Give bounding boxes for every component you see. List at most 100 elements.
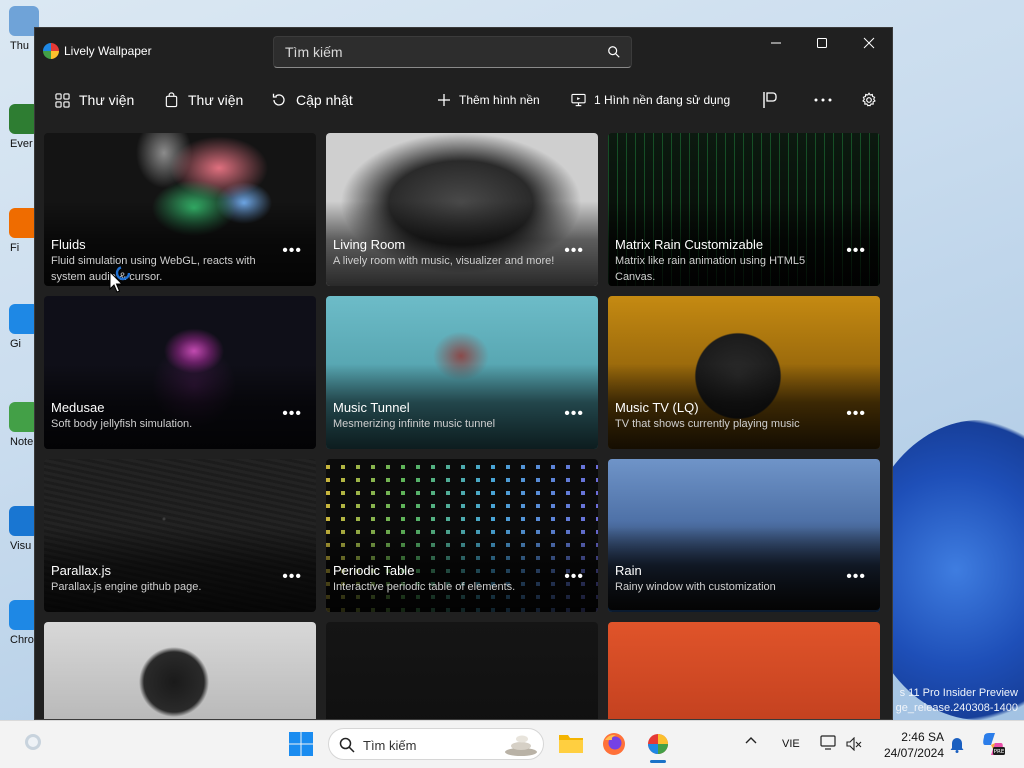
search-box[interactable]: [273, 36, 632, 68]
card-title: Fluids: [51, 237, 86, 252]
maximize-button[interactable]: [799, 28, 845, 58]
windows-logo-icon: [289, 732, 313, 756]
wallpaper-card[interactable]: [326, 622, 598, 719]
maximize-icon: [817, 38, 827, 48]
wallpaper-card[interactable]: Living Room A lively room with music, vis…: [326, 133, 598, 286]
wallpaper-card[interactable]: Music Tunnel Mesmerizing infinite music t…: [326, 296, 598, 449]
refresh-icon: [272, 93, 285, 106]
flag-icon: [763, 92, 777, 108]
notifications-button[interactable]: [949, 735, 975, 761]
network-button[interactable]: [820, 735, 846, 761]
wallpaper-card[interactable]: Rain Rainy window with customization •••: [608, 459, 880, 612]
lively-taskbar-button[interactable]: [645, 731, 671, 763]
card-title: Matrix Rain Customizable: [615, 237, 764, 252]
svg-text:PRE: PRE: [994, 749, 1005, 755]
taskbar-search[interactable]: Tìm kiếm: [328, 728, 544, 760]
card-description: Rainy window with customization: [615, 581, 776, 593]
add-wallpaper-button[interactable]: Thêm hình nền: [437, 87, 540, 113]
more-horizontal-icon: [814, 98, 832, 102]
card-title: Living Room: [333, 237, 406, 252]
nav-bar: Thư viện Thư viện Cập nhật Thêm hình nền: [35, 74, 892, 165]
wallpaper-card[interactable]: Parallax.js Parallax.js engine github pag…: [44, 459, 316, 612]
card-more-options-button[interactable]: •••: [282, 243, 302, 259]
clock[interactable]: 2:46 SA 24/07/2024: [872, 729, 944, 761]
search-icon[interactable]: [607, 45, 621, 59]
widgets-button[interactable]: [22, 731, 48, 757]
card-more-options-button[interactable]: •••: [846, 243, 866, 259]
card-description: Fluid simulation using WebGL, reacts wit…: [51, 255, 256, 283]
plus-icon: [438, 94, 450, 106]
card-more-options-button[interactable]: •••: [282, 569, 302, 585]
card-more-options-button[interactable]: •••: [564, 406, 584, 422]
lively-app-icon: [648, 734, 668, 754]
more-options-button[interactable]: [814, 87, 840, 113]
wallpaper-card[interactable]: [608, 622, 880, 719]
card-description: Matrix like rain animation using HTML5 C…: [615, 255, 806, 283]
card-description: Soft body jellyfish simulation.: [51, 418, 193, 430]
start-button[interactable]: [288, 731, 314, 757]
app-title: Lively Wallpaper: [64, 44, 152, 58]
card-description: TV that shows currently playing music: [615, 418, 800, 430]
minimize-button[interactable]: [753, 28, 799, 58]
clock-time: 2:46 SA: [901, 730, 944, 744]
copilot-button[interactable]: PRE: [980, 731, 1006, 757]
card-title: Periodic Table: [333, 563, 415, 578]
card-overlay: [608, 527, 880, 612]
running-indicator: [650, 760, 666, 763]
wallpaper-card[interactable]: Medusae Soft body jellyfish simulation. ••…: [44, 296, 316, 449]
close-button[interactable]: [846, 28, 892, 58]
card-description: A lively room with music, visualizer and…: [333, 255, 555, 267]
file-explorer-button[interactable]: [558, 731, 584, 757]
input-language-indicator[interactable]: VIE: [782, 738, 800, 750]
chevron-up-icon: [745, 737, 757, 744]
watermark-line-1: s 11 Pro Insider Preview: [899, 687, 1018, 699]
active-wallpapers-label: 1 Hình nền đang sử dụng: [594, 93, 731, 107]
tab-library[interactable]: Thư viện: [55, 87, 134, 113]
card-more-options-button[interactable]: •••: [846, 569, 866, 585]
firefox-button[interactable]: [601, 731, 627, 757]
grid-icon: [55, 92, 70, 108]
card-description: Mesmerizing infinite music tunnel: [333, 418, 496, 430]
gear-icon: [862, 92, 876, 107]
card-title: Rain: [615, 563, 642, 578]
search-icon: [339, 737, 355, 753]
clock-date: 24/07/2024: [883, 746, 944, 760]
tab-library-label: Thư viện: [79, 92, 135, 108]
weather-widget-icon: [25, 734, 41, 750]
taskbar: Tìm kiếm VIE 2:46 SA 24/07/2024 PRE: [0, 720, 1024, 768]
card-more-options-button[interactable]: •••: [282, 406, 302, 422]
stones-highlight-icon: [505, 735, 537, 756]
tab-gallery[interactable]: Thư viện: [164, 87, 243, 113]
search-input[interactable]: [274, 37, 631, 67]
speaker-muted-icon: [846, 736, 862, 752]
lively-logo-icon: [43, 43, 59, 59]
screen-layout-button[interactable]: [762, 87, 786, 113]
wallpaper-card[interactable]: [44, 622, 316, 719]
folder-icon: [559, 735, 583, 753]
taskbar-search-label: Tìm kiếm: [363, 738, 417, 753]
close-icon: [863, 37, 875, 49]
card-more-options-button[interactable]: •••: [846, 406, 866, 422]
title-bar[interactable]: Lively Wallpaper: [35, 28, 892, 74]
network-icon: [820, 735, 836, 750]
card-title: Medusae: [51, 400, 105, 415]
minimize-icon: [771, 42, 781, 44]
card-description: Parallax.js engine github page.: [51, 581, 202, 593]
tab-update[interactable]: Cập nhật: [271, 87, 353, 113]
shopping-bag-icon: [165, 92, 178, 108]
wallpaper-card[interactable]: Fluids Fluid simulation using WebGL, reac…: [44, 133, 316, 286]
card-title: Music Tunnel: [333, 400, 410, 415]
show-hidden-icons-button[interactable]: [744, 734, 770, 760]
card-more-options-button[interactable]: •••: [564, 569, 584, 585]
monitor-icon: [571, 93, 586, 107]
wallpaper-card[interactable]: Music TV (LQ) TV that shows currently pla…: [608, 296, 880, 449]
tab-update-label: Cập nhật: [296, 92, 353, 108]
wallpaper-card[interactable]: Matrix Rain Customizable Matrix like rain…: [608, 133, 880, 286]
lively-wallpaper-window: Lively Wallpaper Thư viện: [34, 27, 893, 720]
settings-button[interactable]: [861, 87, 885, 113]
active-wallpapers-button[interactable]: 1 Hình nền đang sử dụng: [571, 87, 730, 113]
card-title: Music TV (LQ): [615, 400, 699, 415]
wallpaper-card[interactable]: Periodic Table Interactive periodic table…: [326, 459, 598, 612]
card-more-options-button[interactable]: •••: [564, 243, 584, 259]
volume-button[interactable]: [846, 736, 872, 763]
